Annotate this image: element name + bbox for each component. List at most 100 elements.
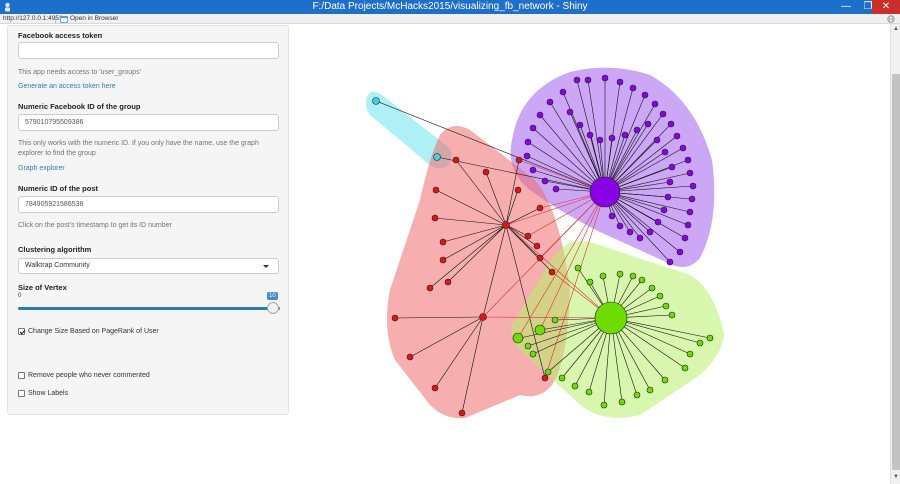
purple-node[interactable]	[636, 234, 644, 242]
green-node[interactable]	[534, 324, 546, 336]
purple-node[interactable]	[679, 144, 687, 152]
red-node[interactable]	[458, 409, 466, 417]
red-node[interactable]	[548, 268, 556, 276]
green-node[interactable]	[618, 398, 626, 406]
purple-node[interactable]	[608, 212, 616, 220]
red-node[interactable]	[515, 156, 523, 164]
green-node[interactable]	[668, 311, 676, 319]
red-node[interactable]	[533, 242, 541, 250]
scrollbar-thumb[interactable]	[892, 74, 900, 470]
purple-node[interactable]	[626, 228, 634, 236]
globe-icon[interactable]	[887, 15, 895, 23]
green-node[interactable]	[681, 364, 689, 372]
purple-node[interactable]	[666, 178, 674, 186]
red-node[interactable]	[391, 314, 399, 322]
checkbox-unchecked-icon[interactable]	[18, 390, 25, 397]
purple-node[interactable]	[529, 124, 537, 132]
close-button[interactable]: ✕	[872, 0, 900, 14]
purple-node[interactable]	[666, 258, 674, 266]
scroll-up-icon[interactable]: ▲	[893, 26, 899, 32]
generate-token-link[interactable]: Generate an access token here	[18, 83, 116, 90]
red-node[interactable]	[524, 232, 532, 240]
red-node[interactable]	[406, 353, 414, 361]
checkbox-checked-icon[interactable]	[18, 328, 25, 335]
purple-node[interactable]	[660, 206, 668, 214]
green-node[interactable]	[706, 334, 714, 342]
green-node[interactable]	[656, 292, 664, 300]
green-node[interactable]	[600, 401, 608, 409]
purple-node[interactable]	[653, 136, 661, 144]
vertex-size-slider-handle[interactable]	[267, 302, 279, 314]
green-node[interactable]	[686, 350, 694, 358]
purple-node[interactable]	[573, 76, 581, 84]
green-node[interactable]	[558, 374, 566, 382]
purple-node[interactable]	[546, 98, 554, 106]
purple-node[interactable]	[686, 208, 694, 216]
red-node[interactable]	[536, 204, 544, 212]
green-node[interactable]	[629, 272, 637, 280]
purple-node[interactable]	[688, 195, 696, 203]
remove-uncommented-checkbox[interactable]: Remove people who never commented	[18, 372, 150, 379]
green-node[interactable]	[524, 342, 532, 350]
purple-node[interactable]	[641, 91, 649, 99]
green-node[interactable]	[574, 264, 582, 272]
purple-node[interactable]	[566, 108, 574, 116]
cyan-node[interactable]	[372, 97, 380, 105]
vertical-scrollbar[interactable]: ▲ ▼	[890, 24, 900, 484]
graph-explorer-link[interactable]: Graph explorer	[18, 165, 65, 172]
purple-node[interactable]	[541, 177, 549, 185]
red-node[interactable]	[426, 284, 434, 292]
open-in-browser-button[interactable]: Open in Browser	[60, 14, 118, 24]
green-node[interactable]	[512, 332, 524, 344]
green-node[interactable]	[571, 382, 579, 390]
purple-node[interactable]	[576, 121, 584, 129]
red-node[interactable]	[482, 168, 490, 176]
purple-node[interactable]	[559, 88, 567, 96]
purple-node[interactable]	[661, 148, 669, 156]
red-node[interactable]	[439, 256, 447, 264]
red-node[interactable]	[514, 186, 522, 194]
purple-hub-node[interactable]	[589, 176, 621, 208]
red-node[interactable]	[452, 156, 460, 164]
purple-node[interactable]	[601, 74, 609, 82]
purple-node[interactable]	[664, 193, 672, 201]
access-token-input[interactable]	[18, 42, 279, 59]
red-hub-node[interactable]	[502, 221, 510, 229]
green-node[interactable]	[599, 272, 607, 280]
pagerank-checkbox[interactable]: Change Size Based on PageRank of User	[18, 328, 159, 335]
show-labels-checkbox[interactable]: Show Labels	[18, 390, 68, 397]
purple-node[interactable]	[654, 218, 662, 226]
purple-node[interactable]	[608, 134, 616, 142]
green-node[interactable]	[616, 270, 624, 278]
red-node[interactable]	[431, 214, 439, 222]
purple-node[interactable]	[676, 248, 684, 256]
purple-node[interactable]	[659, 110, 667, 118]
clustering-select[interactable]: Walktrap Community	[18, 258, 279, 274]
green-node[interactable]	[551, 316, 559, 324]
post-id-input[interactable]: 784905921586538	[18, 196, 279, 213]
green-node[interactable]	[633, 391, 641, 399]
green-node[interactable]	[661, 376, 669, 384]
purple-node[interactable]	[668, 163, 676, 171]
purple-node[interactable]	[524, 138, 532, 146]
purple-node[interactable]	[646, 228, 654, 236]
purple-node[interactable]	[651, 100, 659, 108]
purple-node[interactable]	[684, 156, 692, 164]
green-node[interactable]	[529, 350, 537, 358]
purple-node[interactable]	[673, 132, 681, 140]
minimize-button[interactable]: —	[835, 0, 857, 14]
green-node[interactable]	[585, 388, 593, 396]
red-node[interactable]	[536, 254, 544, 262]
green-hub-node[interactable]	[594, 301, 628, 335]
red-node[interactable]	[444, 278, 452, 286]
green-node[interactable]	[638, 276, 646, 284]
checkbox-unchecked-icon[interactable]	[18, 372, 25, 379]
purple-node[interactable]	[684, 221, 692, 229]
group-id-input[interactable]: 579010795509386	[18, 114, 279, 131]
purple-node[interactable]	[633, 126, 641, 134]
purple-node[interactable]	[686, 169, 694, 177]
purple-node[interactable]	[552, 185, 560, 193]
purple-node[interactable]	[681, 234, 689, 242]
purple-node[interactable]	[536, 111, 544, 119]
green-node[interactable]	[696, 339, 704, 347]
